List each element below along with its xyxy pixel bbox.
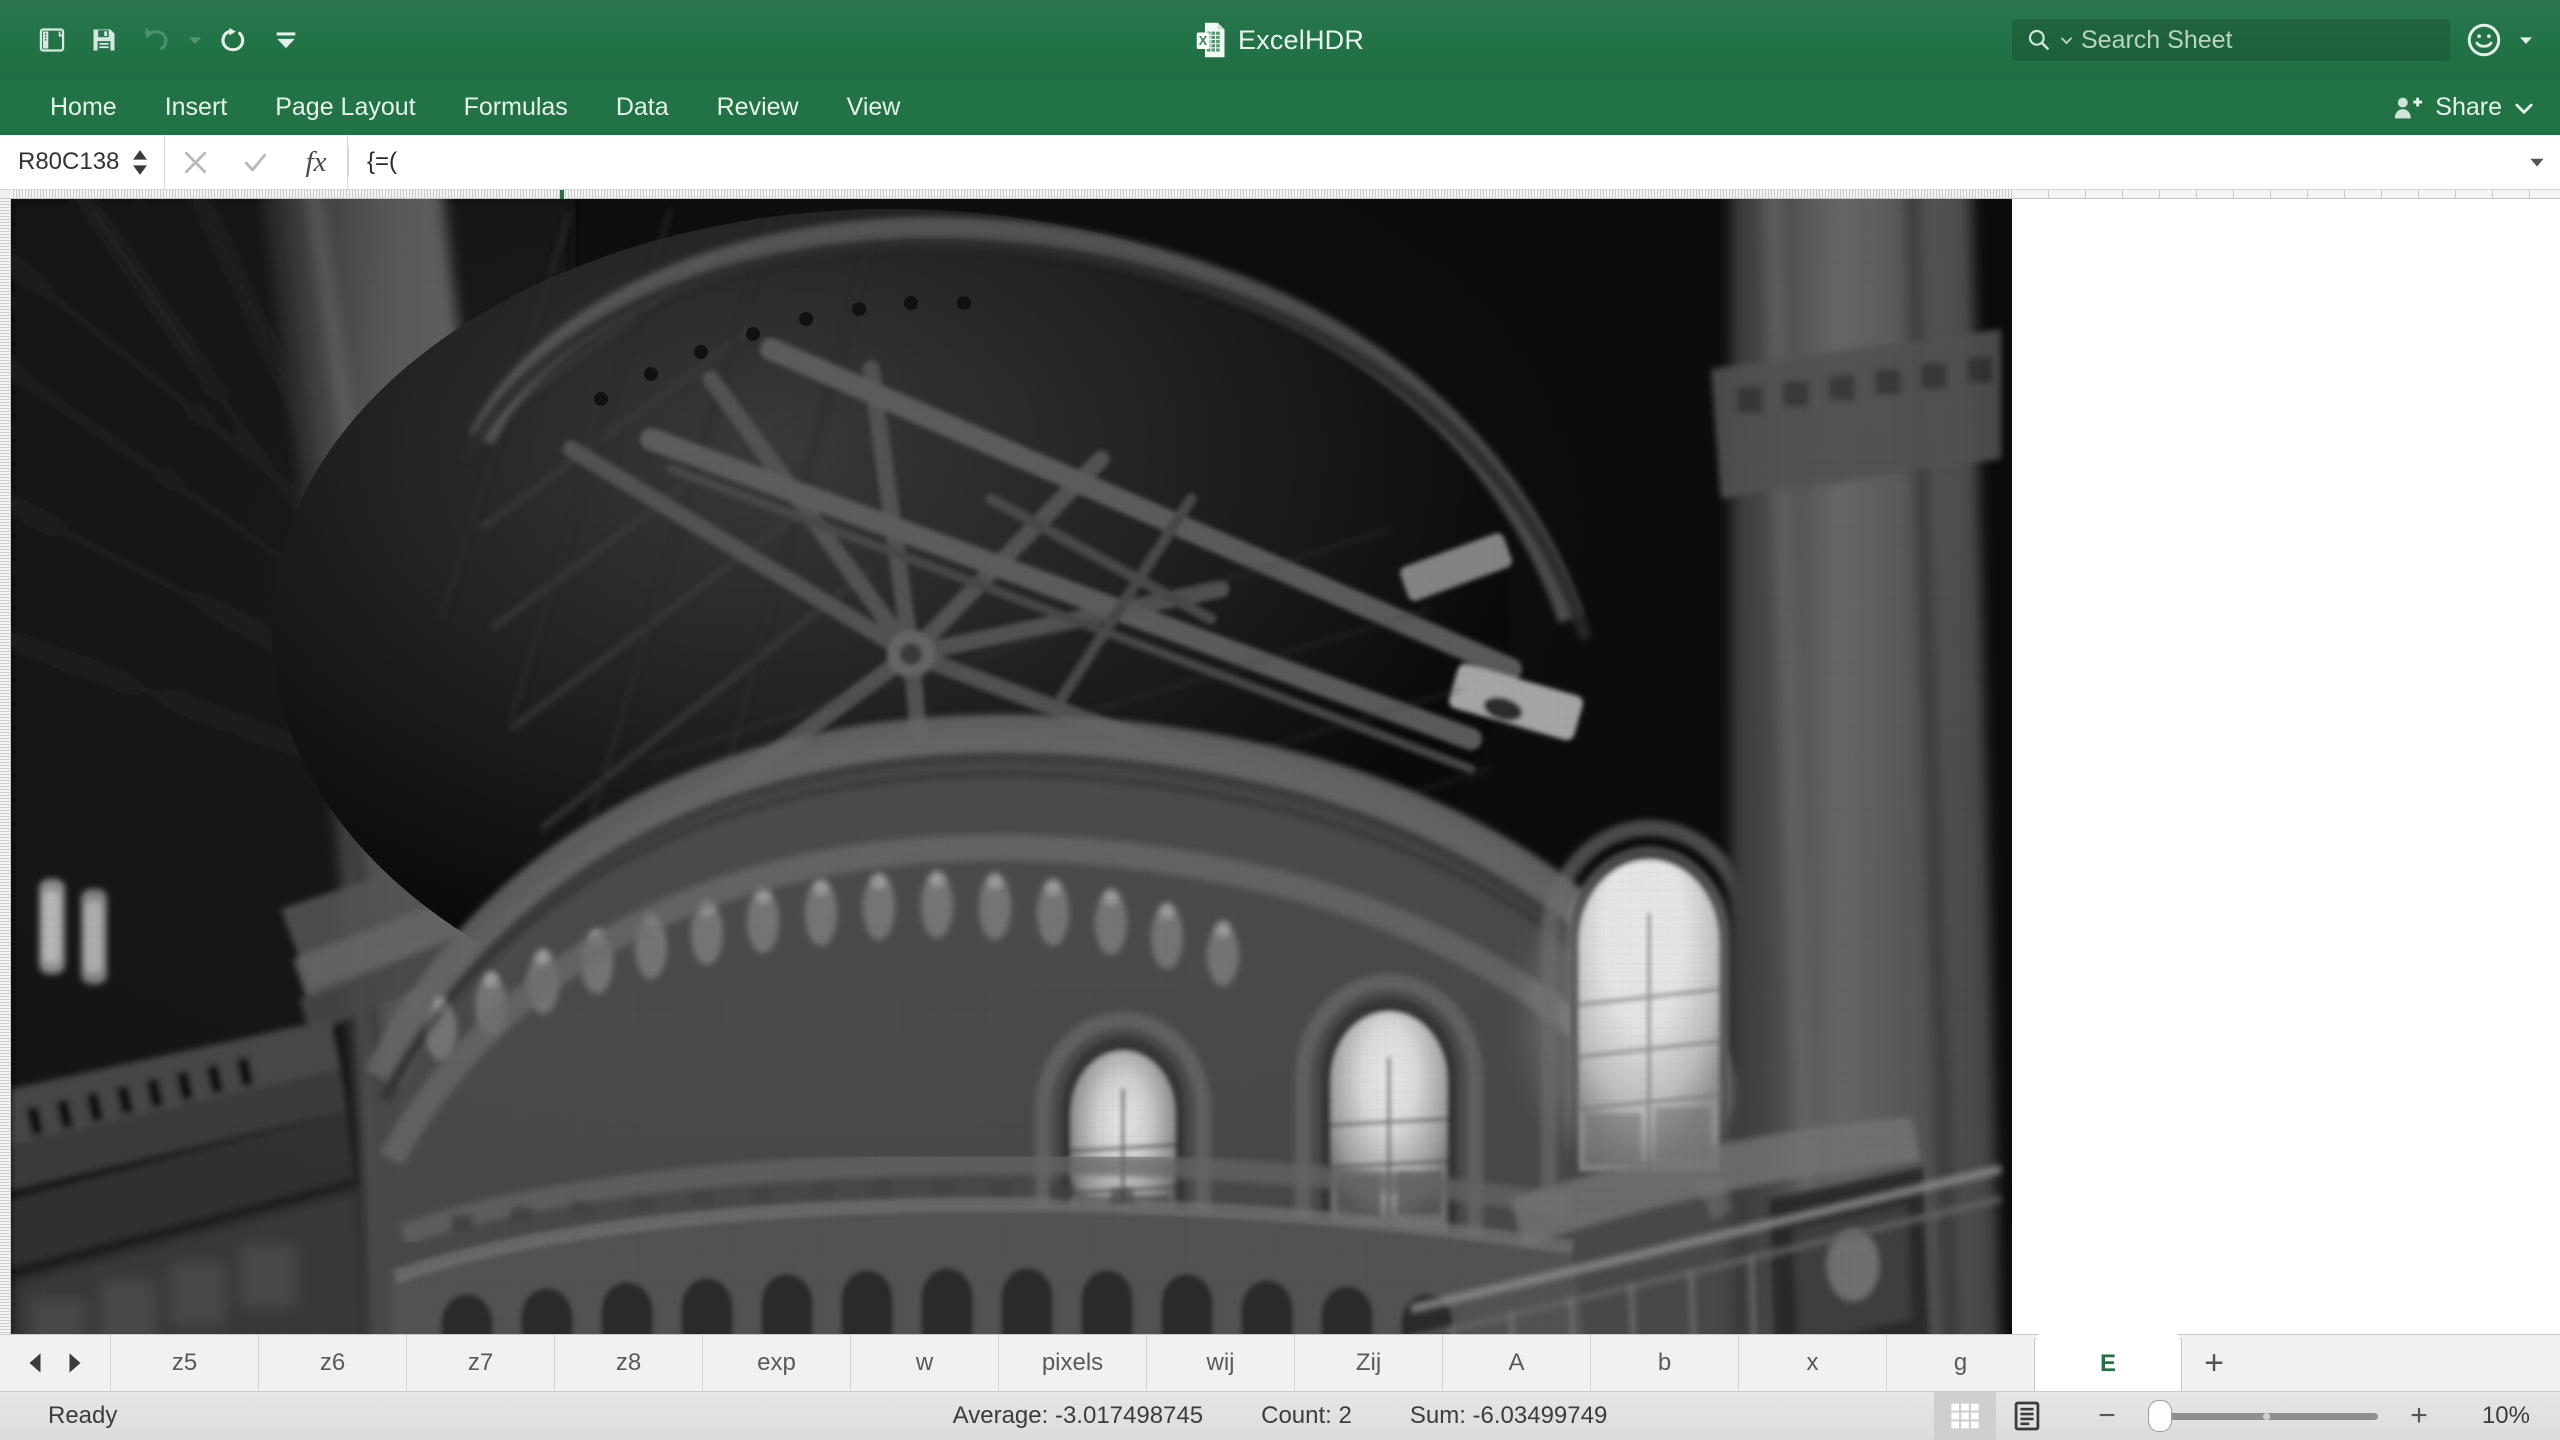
formula-bar: R80C138 fx [0, 135, 2560, 190]
sheet-tab-wij[interactable]: wij [1146, 1335, 1294, 1391]
ribbon-tabs-group: Home Insert Page Layout Formulas Data Re… [0, 80, 924, 135]
insert-function-icon[interactable]: fx [285, 135, 347, 189]
column-header-wide-ticks [2012, 190, 2560, 198]
status-right-group: − + 10% [1934, 1392, 2560, 1440]
status-count: Count: 2 [1261, 1402, 1352, 1430]
formula-input[interactable]: {=( [349, 135, 2514, 189]
sheet-tab-a[interactable]: A [1442, 1335, 1590, 1391]
sheet-tab-zij[interactable]: Zij [1294, 1335, 1442, 1391]
titlebar-right-group: Search Sheet [2012, 0, 2560, 80]
sheet-nav-buttons [0, 1335, 110, 1391]
save-icon[interactable] [78, 14, 130, 66]
account-caret-down-icon[interactable] [2518, 32, 2534, 48]
zoom-slider-midpoint [2263, 1413, 2270, 1420]
zoom-slider[interactable] [2148, 1401, 2378, 1431]
share-person-plus-icon [2393, 95, 2423, 121]
sheet-tab-z6[interactable]: z6 [258, 1335, 406, 1391]
ribbon-tab-insert[interactable]: Insert [141, 80, 252, 135]
app-title-text: ExcelHDR [1238, 25, 1364, 56]
page-layout-view-icon[interactable] [1996, 1392, 2058, 1440]
sheet-tab-exp[interactable]: exp [702, 1335, 850, 1391]
sheet-tab-pixels[interactable]: pixels [998, 1335, 1146, 1391]
share-label: Share [2435, 93, 2502, 122]
excel-window: X ExcelHDR Search Sheet [0, 0, 2560, 1440]
name-box-spinner[interactable] [132, 149, 164, 176]
ribbon-tab-view[interactable]: View [823, 80, 925, 135]
cancel-formula-icon[interactable] [165, 135, 225, 189]
status-bar: Ready Average: -3.017498745 Count: 2 Sum… [0, 1391, 2560, 1440]
column-headers[interactable] [0, 190, 2560, 199]
sheet-tab-b[interactable]: b [1590, 1335, 1738, 1391]
status-mode: Ready [0, 1402, 117, 1430]
ribbon-tab-home[interactable]: Home [26, 80, 141, 135]
share-button[interactable]: Share [2393, 80, 2534, 135]
zoom-out-button[interactable]: − [2092, 1401, 2122, 1431]
sheet-tab-filler [2246, 1335, 2560, 1391]
ribbon-tab-data[interactable]: Data [592, 80, 693, 135]
zoom-slider-thumb[interactable] [2148, 1400, 2172, 1432]
sheet-tab-z7[interactable]: z7 [406, 1335, 554, 1391]
formula-action-buttons: fx [165, 135, 348, 189]
sidebar-toggle-icon[interactable] [26, 14, 78, 66]
selected-column-header [560, 190, 564, 199]
prev-sheet-icon[interactable] [26, 1352, 44, 1374]
quick-access-toolbar [0, 14, 312, 66]
column-header-ticks [11, 190, 2012, 198]
row-headers[interactable] [0, 199, 11, 1334]
sheet-tab-w[interactable]: w [850, 1335, 998, 1391]
search-input[interactable]: Search Sheet [2081, 26, 2233, 55]
customize-toolbar-icon[interactable] [260, 14, 312, 66]
hdr-image-cells[interactable] [11, 199, 2012, 1334]
search-icon [2026, 27, 2052, 53]
status-sum: Sum: -6.03499749 [1410, 1402, 1607, 1430]
ribbon-tab-formulas[interactable]: Formulas [440, 80, 592, 135]
sheet-tab-g[interactable]: g [1886, 1335, 2034, 1391]
zoom-in-button[interactable]: + [2404, 1401, 2434, 1431]
zoom-level-label[interactable]: 10% [2460, 1402, 2534, 1430]
expand-formula-bar-icon[interactable] [2514, 135, 2560, 189]
sheet-tab-e[interactable]: E [2034, 1334, 2182, 1391]
undo-dropdown-icon[interactable] [182, 14, 208, 66]
redo-icon[interactable] [208, 14, 260, 66]
title-bar: X ExcelHDR Search Sheet [0, 0, 2560, 80]
svg-text:X: X [1199, 34, 1208, 48]
cathedral-hdr-render [11, 199, 2012, 1334]
zoom-controls: − + 10% [2058, 1401, 2560, 1431]
sheet-tab-x[interactable]: x [1738, 1335, 1886, 1391]
search-sheet-box[interactable]: Search Sheet [2012, 19, 2450, 61]
name-box-value[interactable]: R80C138 [18, 148, 122, 176]
ribbon-tab-page-layout[interactable]: Page Layout [251, 80, 439, 135]
ribbon-tab-bar: Home Insert Page Layout Formulas Data Re… [0, 80, 2560, 135]
sheet-tab-z8[interactable]: z8 [554, 1335, 702, 1391]
add-sheet-button[interactable]: + [2182, 1335, 2246, 1391]
status-average: Average: -3.017498745 [953, 1402, 1203, 1430]
sheet-tab-bar: z5 z6 z7 z8 exp w pixels wij Zij A b x g… [0, 1334, 2560, 1391]
account-smiley-icon[interactable] [2464, 20, 2504, 60]
excel-file-icon: X [1196, 22, 1226, 58]
normal-view-icon[interactable] [1934, 1392, 1996, 1440]
spinner-down-icon[interactable] [132, 164, 148, 176]
undo-icon[interactable] [130, 14, 182, 66]
next-sheet-icon[interactable] [66, 1352, 84, 1374]
ribbon-tab-review[interactable]: Review [693, 80, 823, 135]
search-chevron-down-icon[interactable] [2060, 34, 2073, 47]
name-box[interactable]: R80C138 [0, 135, 165, 189]
share-chevron-down-icon[interactable] [2514, 98, 2534, 118]
sheet-tabs-group: z5 z6 z7 z8 exp w pixels wij Zij A b x g… [110, 1335, 2182, 1391]
confirm-formula-icon[interactable] [225, 135, 285, 189]
row-header-ticks [0, 199, 10, 1334]
worksheet-grid[interactable] [0, 190, 2560, 1334]
sheet-tab-z5[interactable]: z5 [110, 1335, 258, 1391]
spinner-up-icon[interactable] [132, 149, 148, 161]
